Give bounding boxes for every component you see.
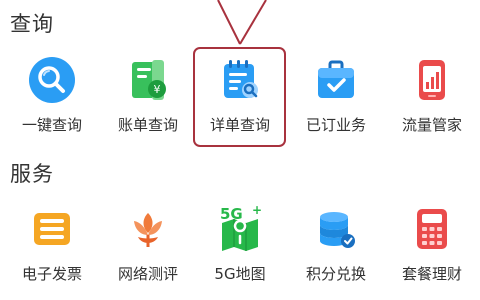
tile-quick-query[interactable]: 一键查询 — [4, 56, 100, 136]
tile-label: 电子发票 — [21, 265, 82, 283]
tile-subscribed-services[interactable]: 已订业务 — [288, 56, 384, 136]
service-grid: 电子发票 网络测评 5G + 5G地图 积分兑换 套餐理财 — [0, 205, 480, 285]
tile-detail-query[interactable]: 详单查询 — [192, 56, 288, 136]
tile-5g-map[interactable]: 5G + 5G地图 — [192, 205, 288, 285]
section-title-query: 查询 — [10, 12, 54, 36]
calculator-icon — [417, 209, 447, 249]
svg-text:+: + — [252, 205, 262, 217]
coins-icon — [320, 212, 355, 248]
tile-label: 积分兑换 — [305, 265, 366, 283]
detail-list-icon — [224, 60, 258, 98]
search-icon — [29, 57, 75, 103]
tile-label: 已订业务 — [305, 116, 366, 134]
svg-text:¥: ¥ — [154, 83, 161, 96]
5g-badge: 5G — [220, 205, 243, 223]
tile-network-test[interactable]: 网络测评 — [100, 205, 196, 285]
tile-points-exchange[interactable]: 积分兑换 — [288, 205, 384, 285]
tile-label: 详单查询 — [209, 116, 270, 134]
briefcase-icon — [318, 60, 354, 98]
tile-plan-finance[interactable]: 套餐理财 — [384, 205, 480, 285]
invoice-icon — [34, 213, 70, 245]
flower-icon — [134, 213, 162, 247]
tile-label: 5G地图 — [214, 265, 266, 283]
phone-chart-icon — [419, 60, 445, 100]
tile-label: 套餐理财 — [401, 265, 462, 283]
5g-map-icon: 5G + — [220, 205, 262, 251]
tile-label: 网络测评 — [117, 265, 178, 283]
tile-label: 一键查询 — [21, 116, 82, 134]
section-title-service: 服务 — [10, 162, 54, 186]
bill-icon: ¥ — [132, 60, 166, 100]
annotation-arrow — [217, 0, 267, 45]
tile-label: 账单查询 — [117, 116, 178, 134]
tile-label: 流量管家 — [401, 116, 462, 134]
query-grid: 一键查询 ¥ 账单查询 详单查询 已订业务 流量管家 — [0, 56, 480, 136]
tile-e-invoice[interactable]: 电子发票 — [4, 205, 100, 285]
tile-bill-query[interactable]: ¥ 账单查询 — [100, 56, 196, 136]
tile-data-manager[interactable]: 流量管家 — [384, 56, 480, 136]
